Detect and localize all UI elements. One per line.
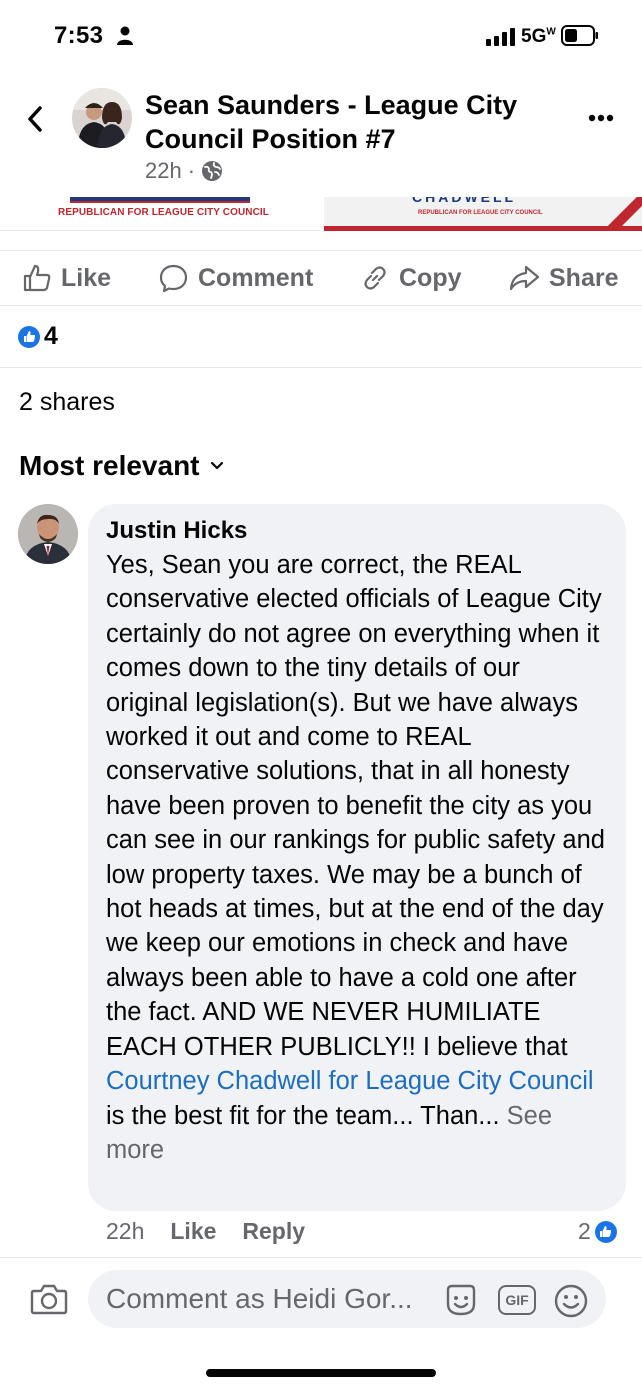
network-type: 5GW bbox=[521, 26, 556, 47]
thumbs-up-icon bbox=[23, 264, 51, 292]
sort-label: Most relevant bbox=[19, 450, 200, 481]
comment-like-button[interactable]: Like bbox=[170, 1218, 216, 1245]
person-icon bbox=[117, 26, 133, 45]
campaign-banner-right: CHADWELL REPUBLICAN FOR LEAGUE CITY COUN… bbox=[324, 197, 642, 231]
more-options-button[interactable] bbox=[588, 108, 622, 128]
like-reaction-icon bbox=[18, 325, 40, 348]
reaction-count: 4 bbox=[44, 322, 58, 350]
meta-separator: · bbox=[187, 158, 196, 183]
reactions-summary[interactable]: 4 bbox=[18, 322, 58, 351]
status-time: 7:53 bbox=[54, 22, 104, 49]
commenter-avatar[interactable] bbox=[18, 504, 78, 564]
commenter-photo bbox=[18, 504, 78, 564]
comment-label: Comment bbox=[198, 264, 314, 292]
link-icon bbox=[364, 266, 386, 290]
comment-sort-dropdown[interactable]: Most relevant bbox=[19, 450, 224, 482]
battery-icon bbox=[561, 25, 598, 46]
post-actions: Like Comment Copy Share bbox=[0, 250, 642, 306]
shares-count[interactable]: 2 shares bbox=[19, 388, 115, 417]
avatar-photo bbox=[72, 88, 132, 148]
banner-right-name: CHADWELL bbox=[412, 197, 517, 205]
copy-label: Copy bbox=[399, 263, 462, 292]
banner-red-bar bbox=[324, 226, 642, 231]
copy-button[interactable]: Copy bbox=[360, 263, 462, 293]
gif-button[interactable]: GIF bbox=[498, 1285, 536, 1315]
home-indicator[interactable] bbox=[206, 1369, 436, 1377]
page-avatar[interactable] bbox=[72, 88, 132, 148]
like-label: Like bbox=[61, 263, 112, 292]
post-image[interactable]: REPUBLICAN FOR LEAGUE CITY COUNCIL CHADW… bbox=[0, 197, 642, 231]
chevron-left-icon bbox=[28, 106, 42, 132]
avatar-sticker-icon[interactable] bbox=[444, 1284, 478, 1316]
comment-input[interactable] bbox=[106, 1283, 436, 1315]
camera-icon[interactable] bbox=[30, 1282, 68, 1316]
globe-icon bbox=[202, 161, 223, 181]
post-timestamp[interactable]: 22h bbox=[145, 158, 182, 184]
divider bbox=[0, 367, 642, 368]
comment-time: 22h bbox=[106, 1218, 145, 1244]
share-label: Share bbox=[549, 263, 619, 292]
post-meta: 22h · bbox=[145, 158, 223, 184]
back-button[interactable] bbox=[20, 102, 50, 136]
status-bar: 7:53 5GW bbox=[0, 0, 642, 72]
comment-like-count: 2 bbox=[578, 1218, 591, 1244]
comment-bubble[interactable]: Justin Hicks Yes, Sean you are correct, … bbox=[88, 504, 626, 1211]
comment-reply-button[interactable]: Reply bbox=[242, 1218, 305, 1245]
like-button[interactable]: Like bbox=[22, 263, 111, 293]
more-dots-icon bbox=[588, 114, 614, 122]
emoji-icon[interactable] bbox=[554, 1284, 588, 1318]
comment-body: Yes, Sean you are correct, the REAL cons… bbox=[106, 551, 605, 1061]
comment-text: Yes, Sean you are correct, the REAL cons… bbox=[106, 548, 608, 1167]
divider bbox=[0, 1257, 642, 1258]
signal-icon bbox=[486, 28, 515, 46]
comment-bubble-icon bbox=[159, 264, 188, 293]
comment-footer: 22h Like Reply bbox=[106, 1218, 305, 1245]
comment-button[interactable]: Comment bbox=[158, 263, 313, 294]
share-arrow-icon bbox=[509, 265, 540, 291]
banner-right-text: REPUBLICAN FOR LEAGUE CITY COUNCIL bbox=[418, 210, 543, 216]
comment-body-tail: is the best fit for the team... Than... bbox=[106, 1101, 500, 1130]
share-button[interactable]: Share bbox=[508, 263, 618, 293]
comment-reactions[interactable]: 2 bbox=[578, 1218, 617, 1245]
comment-author[interactable]: Justin Hicks bbox=[106, 516, 608, 546]
banner-swoosh-red bbox=[70, 201, 250, 203]
comment-composer[interactable]: GIF bbox=[88, 1270, 606, 1328]
like-reaction-icon bbox=[594, 1220, 617, 1243]
gif-label: GIF bbox=[505, 1292, 529, 1308]
post-header: Sean Saunders - League City Council Posi… bbox=[0, 72, 642, 197]
page-title[interactable]: Sean Saunders - League City Council Posi… bbox=[145, 88, 565, 156]
banner-left-text: REPUBLICAN FOR LEAGUE CITY COUNCIL bbox=[58, 207, 269, 218]
chevron-down-icon bbox=[210, 461, 223, 470]
mentioned-page-link[interactable]: Courtney Chadwell for League City Counci… bbox=[106, 1067, 594, 1095]
campaign-banner-left: REPUBLICAN FOR LEAGUE CITY COUNCIL bbox=[0, 197, 320, 231]
